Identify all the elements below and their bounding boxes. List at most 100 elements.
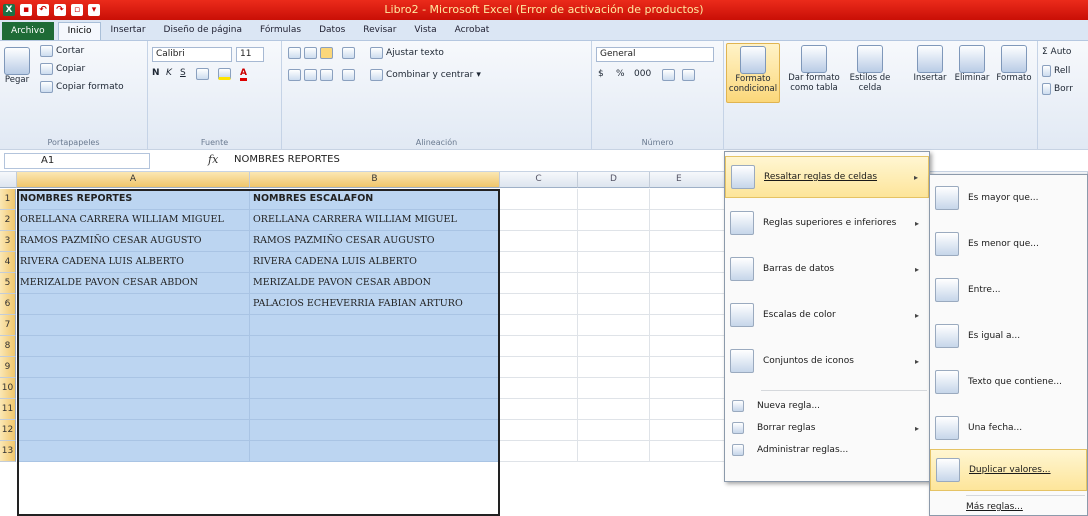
cell[interactable]: MERIZALDE PAVON CESAR ABDON (250, 273, 500, 294)
menu-item-greater-than[interactable]: Es mayor que... (930, 177, 1087, 219)
menu-item-color-scales[interactable]: Escalas de color ▸ (725, 294, 929, 336)
cell[interactable] (17, 378, 250, 399)
cell[interactable] (17, 294, 250, 315)
menu-item-text-contains[interactable]: Texto que contiene... (930, 361, 1087, 403)
row-header[interactable]: 10 (0, 378, 16, 399)
insert-function-icon[interactable]: fx (208, 153, 218, 166)
row-header[interactable]: 13 (0, 441, 16, 462)
cell[interactable] (500, 441, 578, 462)
currency-button[interactable]: $ (598, 69, 604, 79)
cell[interactable] (578, 210, 650, 231)
cell[interactable]: PALACIOS ECHEVERRIA FABIAN ARTURO (250, 294, 500, 315)
tab-view[interactable]: Vista (405, 22, 445, 40)
cell[interactable] (500, 399, 578, 420)
cell[interactable] (578, 252, 650, 273)
cell-styles-button[interactable]: Estilos de celda (846, 45, 894, 93)
align-left-button[interactable] (288, 69, 301, 81)
row-header[interactable]: 8 (0, 336, 16, 357)
cell[interactable] (250, 399, 500, 420)
cell[interactable] (500, 210, 578, 231)
menu-item-between[interactable]: Entre... (930, 269, 1087, 311)
cut-button[interactable]: Cortar (40, 45, 84, 57)
cell[interactable] (17, 399, 250, 420)
cell[interactable] (578, 189, 650, 210)
tab-page-layout[interactable]: Diseño de página (155, 22, 252, 40)
redo-icon[interactable]: ↷ (54, 4, 66, 16)
cell[interactable] (250, 441, 500, 462)
cell[interactable] (250, 315, 500, 336)
row-header[interactable]: 3 (0, 231, 16, 252)
align-top-button[interactable] (288, 47, 301, 59)
cell[interactable] (578, 336, 650, 357)
number-format-combo[interactable]: General (596, 47, 714, 62)
cell[interactable] (17, 315, 250, 336)
tab-formulas[interactable]: Fórmulas (251, 22, 310, 40)
menu-item-duplicate-values[interactable]: Duplicar valores... (930, 449, 1087, 491)
align-bottom-button[interactable] (320, 47, 333, 59)
format-as-table-button[interactable]: Dar formato como tabla (786, 45, 842, 93)
cell[interactable] (500, 420, 578, 441)
undo-icon[interactable]: ↶ (37, 4, 49, 16)
menu-item-highlight-rules[interactable]: Resaltar reglas de celdas ▸ (725, 156, 929, 198)
font-name-combo[interactable]: Calibri (152, 47, 232, 62)
cell[interactable] (578, 315, 650, 336)
cell[interactable] (500, 294, 578, 315)
menu-item-manage-rules[interactable]: Administrar reglas... (725, 440, 929, 460)
cell[interactable]: RAMOS PAZMIÑO CESAR AUGUSTO (17, 231, 250, 252)
cell[interactable] (250, 357, 500, 378)
tab-data[interactable]: Datos (310, 22, 354, 40)
row-header[interactable]: 4 (0, 252, 16, 273)
row-header[interactable]: 9 (0, 357, 16, 378)
column-header-c[interactable]: C (500, 172, 578, 188)
font-color-button[interactable]: A (240, 68, 247, 81)
italic-button[interactable]: K (166, 68, 172, 78)
menu-item-new-rule[interactable]: Nueva regla... (725, 396, 929, 416)
align-center-button[interactable] (304, 69, 317, 81)
font-size-combo[interactable]: 11 (236, 47, 264, 62)
save-icon[interactable]: ▪ (20, 4, 32, 16)
select-all-corner[interactable] (0, 172, 17, 188)
cell[interactable]: ORELLANA CARRERA WILLIAM MIGUEL (250, 210, 500, 231)
cell[interactable]: MERIZALDE PAVON CESAR ABDON (17, 273, 250, 294)
cell[interactable]: RAMOS PAZMIÑO CESAR AUGUSTO (250, 231, 500, 252)
cell[interactable] (250, 420, 500, 441)
align-right-button[interactable] (320, 69, 333, 81)
cell[interactable] (578, 357, 650, 378)
wrap-text-button[interactable]: Ajustar texto (370, 47, 444, 59)
cell[interactable] (578, 273, 650, 294)
tab-home[interactable]: Inicio (57, 22, 102, 40)
fill-button[interactable]: Rell (1042, 65, 1070, 77)
cell[interactable]: NOMBRES REPORTES (17, 189, 250, 210)
cell[interactable] (250, 336, 500, 357)
format-cells-button[interactable]: Formato (994, 45, 1034, 83)
row-header[interactable]: 6 (0, 294, 16, 315)
row-header[interactable]: 2 (0, 210, 16, 231)
row-header[interactable]: 12 (0, 420, 16, 441)
cell[interactable] (578, 441, 650, 462)
thousands-button[interactable]: 000 (634, 69, 651, 79)
tab-insert[interactable]: Insertar (101, 22, 154, 40)
column-header-a[interactable]: A (17, 172, 250, 188)
column-header-b[interactable]: B (250, 172, 500, 188)
cell[interactable] (500, 336, 578, 357)
cell[interactable] (500, 189, 578, 210)
tab-acrobat[interactable]: Acrobat (446, 22, 499, 40)
delete-cells-button[interactable]: Eliminar (952, 45, 992, 83)
cell[interactable] (578, 420, 650, 441)
cell[interactable] (500, 231, 578, 252)
format-painter-button[interactable]: Copiar formato (40, 81, 124, 93)
menu-item-data-bars[interactable]: Barras de datos ▸ (725, 248, 929, 290)
indent-button[interactable] (342, 69, 355, 81)
menu-item-less-than[interactable]: Es menor que... (930, 223, 1087, 265)
cell[interactable] (250, 378, 500, 399)
cell[interactable] (17, 336, 250, 357)
autosum-button[interactable]: Σ Auto (1042, 47, 1071, 57)
cell[interactable] (500, 378, 578, 399)
tab-file[interactable]: Archivo (2, 22, 54, 40)
menu-item-equal-to[interactable]: Es igual a... (930, 315, 1087, 357)
customize-qat-icon[interactable]: ▾ (88, 4, 100, 16)
cell[interactable] (500, 357, 578, 378)
cell[interactable] (578, 294, 650, 315)
bold-button[interactable]: N (152, 68, 160, 78)
formula-input[interactable]: NOMBRES REPORTES (234, 154, 340, 165)
